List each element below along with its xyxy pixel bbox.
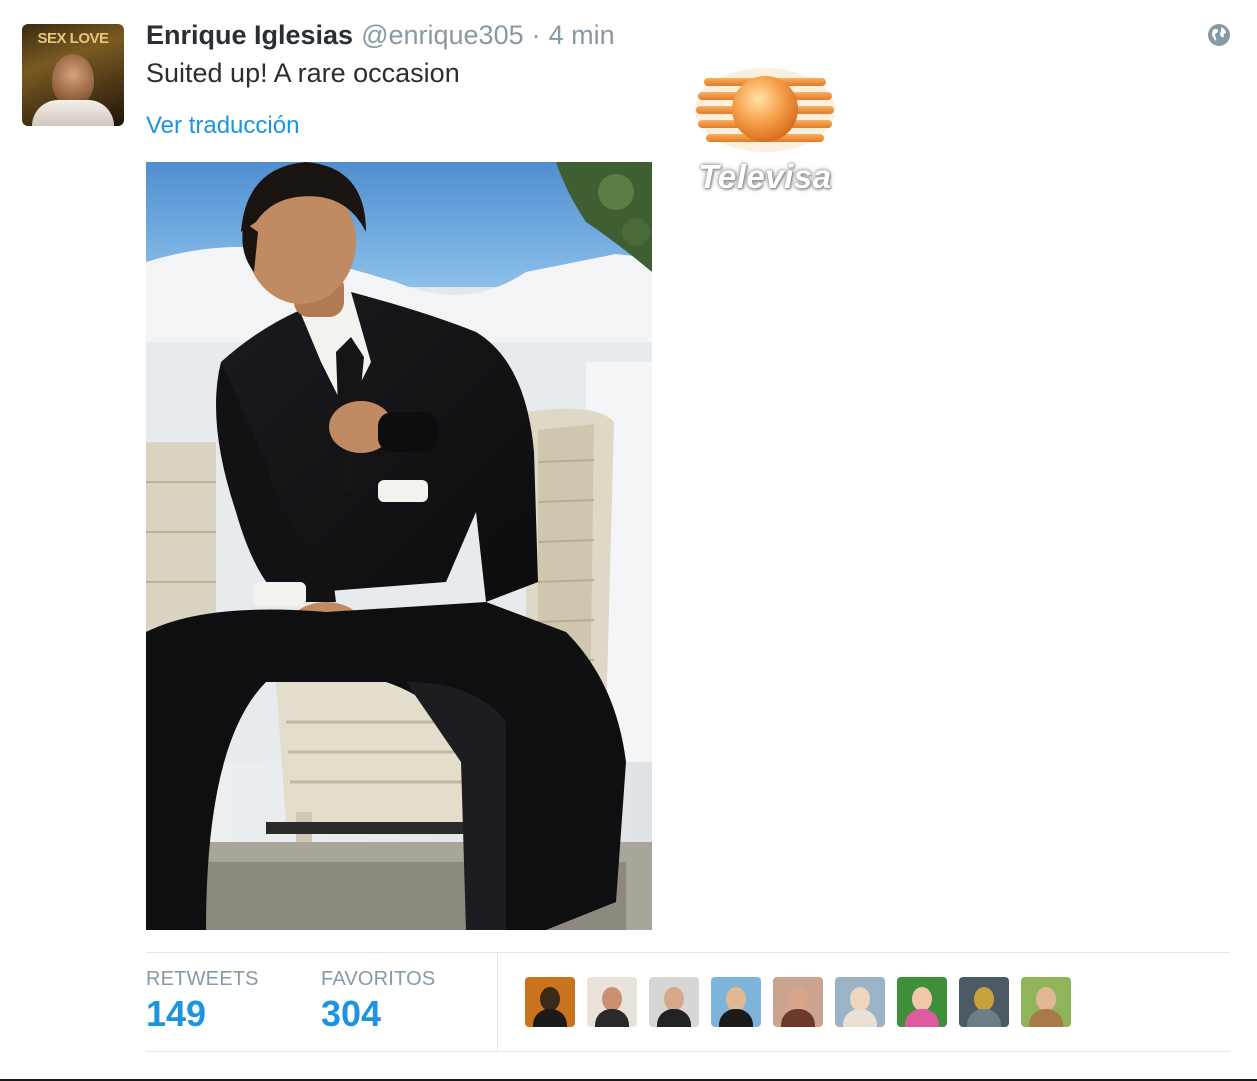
- favoriter-avatar[interactable]: [1021, 977, 1071, 1027]
- favoriter-shoulders: [843, 1009, 877, 1027]
- favoriter-avatar[interactable]: [897, 977, 947, 1027]
- tweet-photo[interactable]: [146, 162, 652, 930]
- author-handle[interactable]: @enrique305: [361, 18, 524, 52]
- favoriter-face: [788, 987, 808, 1011]
- tweet-text: Suited up! A rare occasion: [146, 58, 460, 88]
- favoriter-face: [602, 987, 622, 1011]
- favorites-label: FAVORITOS: [321, 968, 436, 990]
- favoriter-avatar[interactable]: [959, 977, 1009, 1027]
- stats-divider-bottom: [146, 1051, 1230, 1052]
- favoriter-avatar[interactable]: [649, 977, 699, 1027]
- favoriter-avatar[interactable]: [525, 977, 575, 1027]
- tweet-timestamp[interactable]: 4 min: [549, 18, 615, 52]
- favoriter-face: [974, 987, 994, 1011]
- stats-vertical-divider: [497, 953, 498, 1051]
- globe-icon: [1207, 23, 1231, 47]
- favoriter-face: [664, 987, 684, 1011]
- avatar-shirt: [32, 100, 114, 126]
- favorites-stat[interactable]: FAVORITOS 304: [321, 966, 435, 1036]
- watermark-text: Televisa: [698, 158, 832, 195]
- favoriter-shoulders: [967, 1009, 1001, 1027]
- favoriter-shoulders: [595, 1009, 629, 1027]
- favoriter-shoulders: [781, 1009, 815, 1027]
- author-name[interactable]: Enrique Iglesias: [146, 18, 353, 52]
- favoriter-face: [726, 987, 746, 1011]
- tweet-card: SEX LOVE Enrique Iglesias @enrique305 · …: [0, 0, 1257, 1081]
- televisa-logo: Televisa: [684, 64, 846, 195]
- favoriters-list: [525, 977, 1071, 1027]
- favoriter-face: [1036, 987, 1056, 1011]
- favoriter-shoulders: [719, 1009, 753, 1027]
- tweet-header: Enrique Iglesias @enrique305 · 4 min: [146, 18, 615, 52]
- photo-illustration: [146, 162, 652, 930]
- favoriter-face: [850, 987, 870, 1011]
- translate-link[interactable]: Ver traducción: [146, 110, 299, 142]
- retweets-label: RETWEETS: [146, 968, 259, 990]
- favoriter-face: [912, 987, 932, 1011]
- televisa-logo-mark: [695, 68, 835, 152]
- retweets-count: 149: [146, 993, 207, 1034]
- avatar[interactable]: SEX LOVE: [22, 24, 124, 126]
- favoriter-face: [540, 987, 560, 1011]
- avatar-face: [52, 54, 94, 106]
- retweets-stat[interactable]: RETWEETS 149: [146, 966, 259, 1036]
- favoriter-shoulders: [905, 1009, 939, 1027]
- album-cover-text: SEX LOVE: [37, 30, 109, 47]
- favoriter-shoulders: [1029, 1009, 1063, 1027]
- favoriter-avatar[interactable]: [773, 977, 823, 1027]
- favoriter-avatar[interactable]: [835, 977, 885, 1027]
- favorites-count: 304: [321, 993, 382, 1034]
- stats-divider-top: [146, 952, 1230, 953]
- favoriter-avatar[interactable]: [711, 977, 761, 1027]
- header-separator: ·: [531, 20, 541, 50]
- favoriter-avatar[interactable]: [587, 977, 637, 1027]
- favoriter-shoulders: [657, 1009, 691, 1027]
- favoriter-shoulders: [533, 1009, 567, 1027]
